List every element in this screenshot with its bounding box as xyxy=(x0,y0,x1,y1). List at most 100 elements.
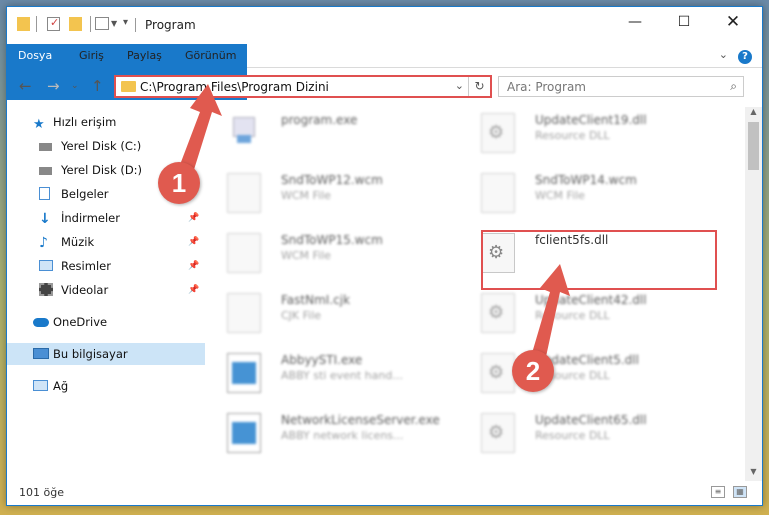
step-marker-2: 2 xyxy=(512,350,554,392)
tab-share[interactable]: Paylaş xyxy=(127,44,162,68)
tab-home[interactable]: Giriş xyxy=(79,44,104,68)
sidebar-item-this-pc[interactable]: Bu bilgisayar xyxy=(7,343,205,365)
file-list: program.exe SndToWP12.wcm WCM File SndTo… xyxy=(219,107,739,477)
file-name: SndToWP14.wcm xyxy=(535,173,637,187)
customize-quick-access-icon[interactable]: ▾ xyxy=(123,17,128,33)
sidebar-item-videos[interactable]: Videolar 📌 xyxy=(7,279,205,301)
exe-icon xyxy=(227,113,261,153)
view-dropdown-icon[interactable]: ▼ xyxy=(111,19,117,35)
pictures-icon xyxy=(39,260,53,271)
sidebar-item-label: Videolar xyxy=(61,283,109,297)
explorer-window: ✓ ▼ ▾ Program — ☐ ✕ Dosya Giriş Paylaş G… xyxy=(6,6,763,506)
pin-icon[interactable]: 📌 xyxy=(188,231,199,253)
vertical-scrollbar[interactable]: ▲ ▼ xyxy=(745,107,762,481)
file-item[interactable]: ⚙ UpdateClient42.dll Resource DLL xyxy=(473,287,713,343)
scroll-down-icon[interactable]: ▼ xyxy=(745,467,762,481)
forward-arrow-icon[interactable]: → xyxy=(47,77,60,95)
file-icon xyxy=(227,173,261,213)
sidebar-item-quick-access[interactable]: ★ Hızlı erişim xyxy=(7,111,205,133)
file-item[interactable]: FastNmI.cjk CJK File xyxy=(219,287,459,343)
address-bar[interactable]: C:\Program Files\Program Dizini ⌄ ↻ xyxy=(114,75,492,98)
file-item[interactable]: SndToWP14.wcm WCM File xyxy=(473,167,713,223)
sidebar-item-label: Müzik xyxy=(61,235,95,249)
sidebar-item-pictures[interactable]: Resimler 📌 xyxy=(7,255,205,277)
file-item[interactable]: AbbyySTI.exe ABBY sti event hand... xyxy=(219,347,459,403)
file-item[interactable]: ⚙ UpdateClient65.dll Resource DLL xyxy=(473,407,713,463)
tab-view[interactable]: Görünüm xyxy=(185,44,236,68)
scroll-up-icon[interactable]: ▲ xyxy=(745,107,762,121)
file-type: CJK File xyxy=(281,309,322,322)
file-type: ABBY network licens... xyxy=(281,429,404,442)
target-file-highlight xyxy=(481,230,717,290)
file-type: WCM File xyxy=(535,189,585,202)
sidebar-item-label: Yerel Disk (D:) xyxy=(61,163,143,177)
sidebar-item-label: Resimler xyxy=(61,259,111,273)
help-button[interactable]: ? xyxy=(738,50,752,64)
up-arrow-icon[interactable]: ↑ xyxy=(91,77,104,95)
sidebar-item-label: Yerel Disk (C:) xyxy=(61,139,142,153)
view-options-icon[interactable] xyxy=(95,17,109,30)
minimize-button[interactable]: — xyxy=(612,7,658,37)
file-item[interactable]: NetworkLicenseServer.exe ABBY network li… xyxy=(219,407,459,463)
file-type: WCM File xyxy=(281,189,331,202)
file-name: UpdateClient19.dll xyxy=(535,113,647,127)
back-arrow-icon[interactable]: ← xyxy=(19,77,32,95)
file-item[interactable]: ⚙ UpdateClient5.dll Resource DLL xyxy=(473,347,713,403)
cloud-icon xyxy=(33,318,49,327)
item-count: 101 öğe xyxy=(19,486,64,499)
file-item[interactable]: SndToWP15.wcm WCM File xyxy=(219,227,459,283)
file-type: WCM File xyxy=(281,249,331,262)
pin-icon[interactable]: 📌 xyxy=(188,207,199,229)
window-title: Program xyxy=(145,18,196,32)
maximize-button[interactable]: ☐ xyxy=(661,7,707,37)
sidebar-item-music[interactable]: ♪ Müzik 📌 xyxy=(7,231,205,253)
sidebar-item-downloads[interactable]: ↓ İndirmeler 📌 xyxy=(7,207,205,229)
sidebar-item-label: İndirmeler xyxy=(61,211,120,225)
file-name: SndToWP15.wcm xyxy=(281,233,383,247)
file-icon xyxy=(227,233,261,273)
status-bar: 101 öğe ≡ ▦ xyxy=(7,481,762,505)
file-name: NetworkLicenseServer.exe xyxy=(281,413,440,427)
music-icon: ♪ xyxy=(39,235,48,251)
sidebar-item-onedrive[interactable]: OneDrive xyxy=(7,311,205,333)
details-view-icon[interactable]: ≡ xyxy=(711,486,725,498)
file-name: UpdateClient65.dll xyxy=(535,413,647,427)
close-button[interactable]: ✕ xyxy=(710,7,756,37)
title-bar: ✓ ▼ ▾ Program — ☐ ✕ xyxy=(7,7,762,41)
file-name: AbbyySTI.exe xyxy=(281,353,363,367)
scroll-thumb[interactable] xyxy=(748,122,759,170)
properties-icon[interactable]: ✓ xyxy=(47,16,60,31)
sidebar-item-network[interactable]: Ağ xyxy=(7,375,205,397)
exe-icon xyxy=(227,413,261,453)
file-type: Resource DLL xyxy=(535,309,610,322)
refresh-icon[interactable]: ↻ xyxy=(468,77,490,96)
file-item[interactable]: program.exe xyxy=(219,107,459,163)
search-placeholder: Ara: Program xyxy=(507,80,586,94)
pin-icon[interactable]: 📌 xyxy=(188,255,199,277)
exe-icon xyxy=(227,353,261,393)
computer-icon xyxy=(33,348,49,359)
new-folder-icon[interactable] xyxy=(69,17,82,31)
file-type: ABBY sti event hand... xyxy=(281,369,403,382)
documents-icon xyxy=(39,187,50,200)
drive-icon xyxy=(39,167,52,175)
expand-ribbon-chevron-icon[interactable]: ⌄ xyxy=(719,48,728,61)
quick-access-separator xyxy=(36,16,37,32)
pin-icon[interactable]: 📌 xyxy=(188,279,199,301)
address-dropdown-icon[interactable]: ⌄ xyxy=(455,79,464,92)
address-path[interactable]: C:\Program Files\Program Dizini xyxy=(140,80,329,94)
sidebar-item-label: Hızlı erişim xyxy=(53,115,117,129)
search-icon[interactable]: ⌕ xyxy=(730,79,737,94)
large-icons-view-icon[interactable]: ▦ xyxy=(733,486,747,498)
quick-access-separator-2 xyxy=(90,16,91,32)
recent-locations-chevron-icon[interactable]: ⌄ xyxy=(71,81,79,91)
sidebar-item-label: Ağ xyxy=(53,379,69,393)
search-input[interactable]: Ara: Program ⌕ xyxy=(498,76,744,97)
sidebar-item-disk-c[interactable]: Yerel Disk (C:) xyxy=(7,135,205,157)
sidebar-item-label: Bu bilgisayar xyxy=(53,347,128,361)
file-item[interactable]: ⚙ UpdateClient19.dll Resource DLL xyxy=(473,107,713,163)
file-item[interactable]: SndToWP12.wcm WCM File xyxy=(219,167,459,223)
file-icon xyxy=(227,293,261,333)
dll-icon: ⚙ xyxy=(481,293,515,333)
dll-icon: ⚙ xyxy=(481,113,515,153)
